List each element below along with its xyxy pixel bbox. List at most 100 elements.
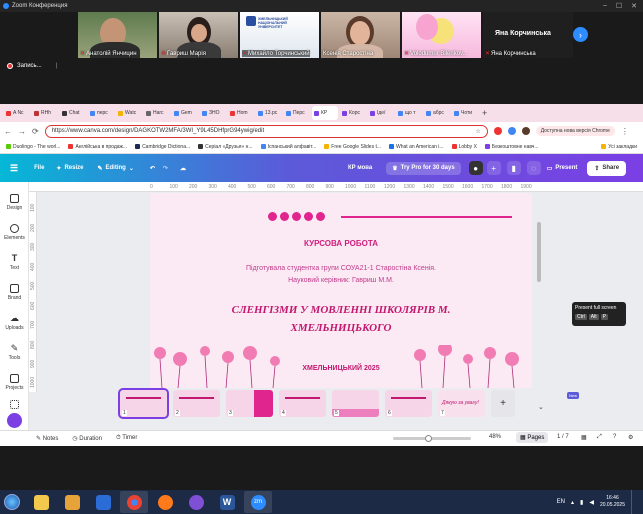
sidebar-item-design[interactable]: Design [0,194,29,211]
cloud-sync-icon[interactable]: ☁ [180,165,186,172]
slide-heading[interactable]: КУРСОВА РОБОТА [150,239,532,248]
present-button[interactable]: ▭ Present [547,165,578,172]
slide-canvas[interactable]: КУРСОВА РОБОТА Підготувала студентка гру… [150,193,532,388]
sidebar-item-projects[interactable]: Projects [0,374,29,391]
browser-tab[interactable]: Gem [172,106,198,120]
reload-icon[interactable]: ⟳ [32,127,39,136]
show-hidden-icons-icon[interactable]: ▴ [571,499,574,506]
page-thumbnail[interactable]: 1 [118,387,169,419]
fullscreen-icon[interactable]: ⤢ [597,434,602,441]
taskbar-app-store[interactable] [89,491,117,513]
sidebar-item-elements[interactable]: Elements [0,224,29,241]
comments-icon[interactable]: ◌ [526,161,541,175]
browser-tab[interactable]: що т [396,106,422,120]
bookmark-item[interactable]: What an American i... [389,144,444,150]
clock[interactable]: 16:46 20.05.2025 [600,495,625,509]
participant-tile[interactable]: ХМЕЛЬНИЦЬКИЙ НАЦІОНАЛЬНИЙ УНІВЕРСИТЕТ ✕М… [240,12,319,58]
sidebar-item-text[interactable]: T Text [0,254,29,272]
zoom-percentage[interactable]: 48% [489,434,501,440]
add-collaborator-icon[interactable]: + [486,161,501,175]
browser-tab[interactable]: Перс [284,106,310,120]
extension-icon[interactable] [493,127,502,135]
share-button[interactable]: ⇪ Share [587,160,627,176]
try-pro-button[interactable]: ♛ Try Pro for 30 days [386,161,461,175]
page-thumbnail[interactable]: 5 [332,389,379,417]
browser-tab[interactable]: 13.рс [256,106,282,120]
zoom-slider-knob[interactable] [425,435,432,442]
redo-icon[interactable]: ↷ [163,165,168,172]
bookmark-item[interactable]: Lobby X [451,144,477,150]
browser-tab[interactable]: Harc [144,106,170,120]
pages-button[interactable]: ▦ Pages [516,432,549,443]
add-page-button[interactable]: + [491,389,515,417]
bookmark-item[interactable]: Іспанський алфавіт... [260,144,316,150]
extension-icon[interactable] [507,127,516,135]
page-thumbnail[interactable]: 2 [173,389,220,417]
resize-button[interactable]: ✦ Resize [56,165,83,172]
sidebar-item-tools[interactable]: ✎ Tools [0,344,29,362]
minimize-icon[interactable]: – [603,2,607,10]
back-icon[interactable]: ← [4,127,12,136]
bookmark-item[interactable]: Free Google Slides t... [324,144,381,150]
vertical-scrollbar[interactable] [537,222,541,282]
taskbar-app-explorer[interactable] [27,491,55,513]
bookmark-item[interactable]: Серіал «Друзья» н... [198,144,253,150]
browser-tab[interactable]: A Nc [4,106,30,120]
maximize-icon[interactable]: ☐ [616,2,622,10]
page-thumbnail[interactable]: 6 [385,389,432,417]
slide-advisor-line[interactable]: Науковий керівник: Гавриш М.М. [150,277,532,284]
taskbar-app-chrome[interactable] [120,491,148,513]
forward-icon[interactable]: → [18,127,26,136]
browser-tab[interactable]: Chat [60,106,86,120]
page-thumbnail[interactable]: 4 [279,389,326,417]
analytics-icon[interactable]: ▮ [506,161,521,175]
notes-button[interactable]: ✎ Notes [36,435,58,442]
page-thumbnail[interactable]: Дякую за увагу! 7 [438,389,485,417]
file-menu[interactable]: File [34,165,44,171]
sidebar-item-brand[interactable]: Brand [0,284,29,301]
participant-tile[interactable]: Ксенія Старостіна [321,12,400,58]
browser-tab[interactable]: RHh [32,106,58,120]
slide-main-title[interactable]: СЛЕНГІЗМИ У МОВЛЕННІ ШКОЛЯРІВ М. ХМЕЛЬНИ… [150,301,532,337]
sidebar-item-uploads[interactable]: ☁ Uploads [0,314,29,332]
zoom-slider[interactable] [393,435,471,442]
volume-icon[interactable]: ◀ [589,499,594,506]
all-bookmarks[interactable]: Усі закладки [601,144,643,150]
browser-tab[interactable]: КР [312,106,338,120]
participant-tile[interactable]: ✕Volodumur Bilenkov... [402,12,481,58]
bookmark-item[interactable]: Англійська в продаж... [68,144,127,150]
participant-tile-no-video[interactable]: Яна Корчинська ✕Яна Корчинська [483,12,573,58]
bookmark-star-icon[interactable]: ☆ [475,128,480,135]
browser-tab[interactable]: Watc [116,106,142,120]
participant-tile[interactable]: ✕Гавриш Марія [159,12,238,58]
browser-tab[interactable]: Чоти [452,106,478,120]
magic-assistant-icon[interactable] [7,413,22,428]
next-page-button[interactable]: › [573,27,588,42]
editing-mode-dropdown[interactable]: ✎ Editing ⌄ [97,165,133,172]
browser-tab[interactable]: ЗНО [200,106,226,120]
grid-view-icon[interactable]: ▦ [581,434,587,441]
show-desktop-button[interactable] [631,490,637,514]
kebab-menu-icon[interactable]: ⋮ [621,127,629,136]
browser-tab[interactable]: перс [88,106,114,120]
browser-tab[interactable]: Hom [228,106,254,120]
taskbar-app-word[interactable]: W [213,491,241,513]
close-icon[interactable]: ✕ [631,2,637,10]
browser-tab[interactable]: Корс [340,106,366,120]
help-icon[interactable]: ? [613,434,616,440]
collaborator-avatar[interactable]: ● [468,161,483,175]
start-button[interactable] [0,490,24,514]
taskbar-app-files[interactable] [58,491,86,513]
slide-city-year[interactable]: ХМЕЛЬНИЦЬКИЙ 2025 [150,365,532,372]
network-icon[interactable]: ▮ [580,499,583,506]
address-bar[interactable]: https://www.canva.com/design/DAGKOTW2MFA… [44,124,488,138]
browser-tab[interactable]: абрс [424,106,450,120]
recording-indicator[interactable]: Запись... | [7,63,57,69]
sidebar-item-apps[interactable] [0,400,29,411]
hamburger-menu-icon[interactable]: ☰ [10,163,18,174]
document-title[interactable]: КР мова [348,165,372,171]
taskbar-app-zoom[interactable]: zm [244,491,272,513]
timer-button[interactable]: ⏱ Timer [116,435,137,442]
page-thumbnail[interactable]: 3 [226,389,273,417]
language-indicator[interactable]: EN [557,499,565,505]
